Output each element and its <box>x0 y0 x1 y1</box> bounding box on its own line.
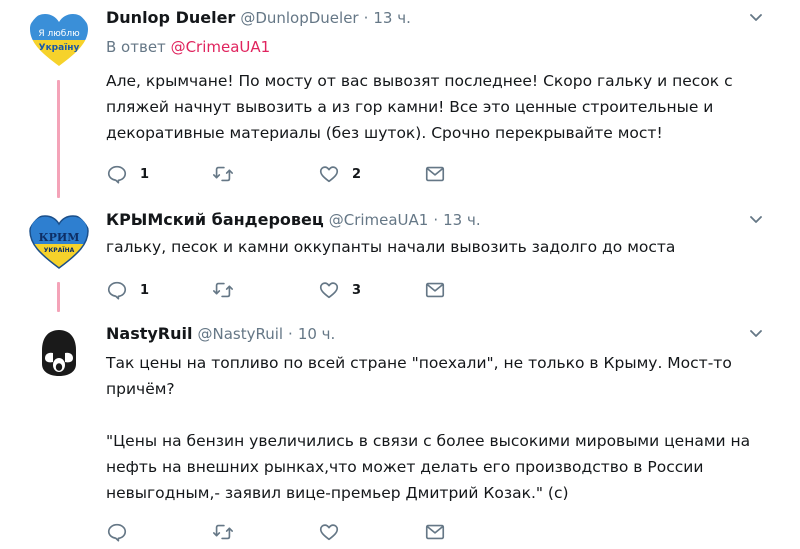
tweet[interactable]: КРИМ УКРАЇНА КРЫМский бандеровец @Crimea… <box>0 200 800 312</box>
action-bar: 1 2 <box>106 162 706 186</box>
timestamp[interactable]: 13 ч. <box>373 9 411 27</box>
reply-button[interactable]: 1 <box>106 162 149 186</box>
tweet-header: NastyRuil @NastyRuil · 10 ч. <box>106 324 335 344</box>
masked-face-avatar-image <box>30 324 88 382</box>
separator-dot: · <box>363 9 369 27</box>
display-name[interactable]: Dunlop Dueler <box>106 8 235 27</box>
user-handle[interactable]: @NastyRuil <box>197 325 283 343</box>
retweet-button[interactable] <box>212 162 246 186</box>
tweet-paragraph: Але, крымчане! По мосту от вас вывозят п… <box>106 72 733 142</box>
thread-line <box>57 282 60 312</box>
like-count: 3 <box>352 282 362 298</box>
retweet-button[interactable] <box>212 278 246 302</box>
replying-prefix: В ответ <box>106 38 166 56</box>
tweet-header: Dunlop Dueler @DunlopDueler · 13 ч. <box>106 8 411 28</box>
avatar[interactable]: Я люблю Україну <box>26 8 92 74</box>
tweet[interactable]: Я люблю Україну Dunlop Dueler @DunlopDue… <box>0 0 800 200</box>
chevron-down-icon[interactable] <box>750 330 762 338</box>
replying-mention-link[interactable]: @CrimeaUA1 <box>171 38 271 56</box>
thread-line <box>57 80 60 198</box>
direct-message-button[interactable] <box>424 162 446 186</box>
tweet-paragraph: Так цены на топливо по всей стране "поех… <box>106 354 732 398</box>
retweet-icon <box>213 282 233 298</box>
like-button[interactable]: 3 <box>318 278 361 302</box>
svg-text:УКРАЇНА: УКРАЇНА <box>44 247 75 254</box>
heart-icon <box>319 524 339 541</box>
retweet-icon <box>213 166 233 182</box>
timestamp[interactable]: 13 ч. <box>443 211 481 229</box>
avatar[interactable] <box>30 324 88 382</box>
svg-text:Україну: Україну <box>39 43 80 53</box>
tweet-paragraph: гальку, песок и камни оккупанты начали в… <box>106 238 676 256</box>
like-button[interactable] <box>318 520 352 544</box>
separator-dot: · <box>433 211 439 229</box>
retweet-icon <box>213 524 233 540</box>
reply-icon <box>107 523 127 542</box>
svg-text:КРИМ: КРИМ <box>39 231 80 244</box>
reply-icon <box>107 165 127 184</box>
like-button[interactable]: 2 <box>318 162 361 186</box>
heart-flag-avatar-image: Я люблю Україну <box>26 8 92 74</box>
reply-button[interactable]: 1 <box>106 278 149 302</box>
action-bar: 1 3 <box>106 278 706 302</box>
user-handle[interactable]: @DunlopDueler <box>240 9 358 27</box>
tweet-paragraph: "Цены на бензин увеличились в связи с бо… <box>106 432 751 502</box>
tweet-text: Але, крымчане! По мосту от вас вывозят п… <box>106 68 771 146</box>
like-count: 2 <box>352 166 362 182</box>
heart-icon <box>319 282 339 299</box>
direct-message-button[interactable] <box>424 278 446 302</box>
replying-to: В ответ @CrimeaUA1 <box>106 38 270 56</box>
display-name[interactable]: КРЫМский бандеровец <box>106 210 324 229</box>
svg-text:Я люблю: Я люблю <box>38 29 80 39</box>
reply-icon <box>107 281 127 300</box>
reply-button[interactable] <box>106 520 140 544</box>
tweet-text: Так цены на топливо по всей стране "поех… <box>106 350 771 506</box>
chevron-down-icon[interactable] <box>750 216 762 224</box>
chevron-down-icon[interactable] <box>750 14 762 22</box>
tweet-header: КРЫМский бандеровец @CrimeaUA1 · 13 ч. <box>106 210 481 230</box>
action-bar <box>106 520 706 544</box>
krym-heart-avatar-image: КРИМ УКРАЇНА <box>26 210 92 276</box>
heart-icon <box>319 166 339 183</box>
timestamp[interactable]: 10 ч. <box>298 325 336 343</box>
envelope-icon <box>425 282 445 298</box>
envelope-icon <box>425 524 445 540</box>
direct-message-button[interactable] <box>424 520 446 544</box>
reply-count: 1 <box>140 166 150 182</box>
envelope-icon <box>425 166 445 182</box>
user-handle[interactable]: @CrimeaUA1 <box>329 211 429 229</box>
retweet-button[interactable] <box>212 520 246 544</box>
tweet-text: гальку, песок и камни оккупанты начали в… <box>106 234 771 260</box>
reply-count: 1 <box>140 282 150 298</box>
avatar[interactable]: КРИМ УКРАЇНА <box>26 210 92 276</box>
separator-dot: · <box>288 325 293 343</box>
tweet[interactable]: NastyRuil @NastyRuil · 10 ч. Так цены на… <box>0 312 800 549</box>
display-name[interactable]: NastyRuil <box>106 324 192 343</box>
